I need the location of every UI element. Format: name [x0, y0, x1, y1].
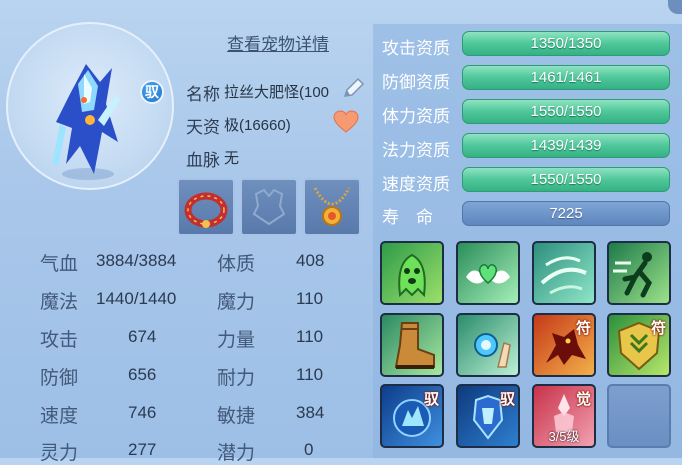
stat-value: 408 — [296, 251, 325, 270]
stat-label: 敏捷 — [217, 406, 256, 427]
edit-name-icon[interactable] — [340, 76, 366, 107]
skill-slot[interactable] — [456, 241, 520, 305]
skill-slot[interactable]: 符 — [532, 313, 596, 377]
aptitude-label: 防御资质 — [382, 73, 450, 92]
orb-hand-skill-icon — [474, 333, 511, 368]
pet-portrait — [6, 22, 174, 190]
aptitude-label: 体力资质 — [382, 107, 450, 126]
skill-slot[interactable] — [607, 241, 671, 305]
stat-label: 速度 — [40, 406, 79, 427]
aptitude-label: 法力资质 — [382, 141, 450, 160]
heart-wings-skill-icon — [466, 264, 510, 284]
aptitude-bar: 1439/1439 — [462, 133, 670, 158]
talent-value: 极(16660) — [224, 117, 291, 134]
stat-label: 潜力 — [217, 443, 256, 464]
equip-slot-armor-empty[interactable] — [240, 178, 298, 236]
awaken-level: 3/5级 — [548, 429, 580, 444]
stat-value: 110 — [296, 289, 324, 308]
stat-value: 3884/3884 — [96, 251, 177, 270]
skill-slot[interactable] — [380, 313, 444, 377]
rein-badge: 驭 — [140, 80, 164, 104]
aptitude-bar: 1550/1550 — [462, 99, 670, 124]
stat-value: 277 — [128, 440, 157, 459]
stat-label: 攻击 — [40, 330, 79, 351]
lifespan-bar: 7225 — [462, 201, 670, 226]
charm-tag: 符 — [575, 320, 591, 337]
stat-label: 体质 — [217, 254, 256, 275]
amulet-icon — [313, 187, 351, 226]
skill-slot-empty[interactable] — [607, 384, 671, 448]
stat-label: 魔力 — [217, 292, 256, 313]
equip-slot-amulet[interactable] — [303, 178, 361, 236]
stat-value: 0 — [304, 440, 314, 459]
stat-value: 674 — [128, 327, 157, 346]
stat-label: 防御 — [40, 368, 79, 389]
stat-label: 灵力 — [40, 443, 79, 464]
favorite-heart-icon[interactable] — [333, 110, 359, 139]
boot-skill-icon — [394, 322, 435, 369]
skill-slot[interactable] — [532, 241, 596, 305]
armor-placeholder-icon — [252, 188, 286, 226]
equip-slot-collar[interactable] — [177, 178, 235, 236]
stat-value: 110 — [296, 327, 324, 346]
charm-tag: 符 — [650, 320, 666, 337]
stat-label: 魔法 — [40, 292, 79, 313]
bloodline-value: 无 — [224, 150, 240, 167]
stat-value: 656 — [128, 365, 157, 384]
stat-label: 气血 — [40, 254, 79, 275]
skill-slot[interactable]: 驭 — [456, 384, 520, 448]
aptitude-label: 速度资质 — [382, 175, 450, 194]
bloodline-label: 血脉 — [186, 151, 220, 170]
stat-value: 1440/1440 — [96, 289, 177, 308]
wind-skill-icon — [540, 256, 587, 295]
lifespan-label: 寿 命 — [382, 208, 433, 227]
view-pet-details-link[interactable]: 查看宠物详情 — [227, 30, 329, 55]
rein-tag: 驭 — [499, 391, 515, 408]
skill-slot[interactable] — [456, 313, 520, 377]
close-corner-icon[interactable] — [668, 0, 682, 14]
awaken-tag: 觉 — [575, 391, 591, 408]
stat-label: 力量 — [217, 330, 256, 351]
skill-slot[interactable]: 觉 3/5级 — [532, 384, 596, 448]
stat-value: 746 — [128, 403, 157, 422]
aptitude-bar: 1461/1461 — [462, 65, 670, 90]
stat-label: 耐力 — [217, 368, 256, 389]
pet-name-value: 拉丝大肥怪(100 — [224, 84, 330, 101]
skill-slot[interactable]: 符 — [607, 313, 671, 377]
talent-label: 天资 — [186, 118, 220, 137]
aptitude-bar: 1550/1550 — [462, 167, 670, 192]
skill-slot[interactable] — [380, 241, 444, 305]
pet-model-image — [52, 64, 120, 180]
aptitude-bar: 1350/1350 — [462, 31, 670, 56]
aptitude-label: 攻击资质 — [382, 39, 450, 58]
stat-value: 110 — [296, 365, 324, 384]
name-label: 名称 — [186, 85, 220, 104]
rein-tag: 驭 — [423, 391, 439, 408]
sprint-skill-icon — [613, 252, 652, 298]
skill-slot[interactable]: 驭 — [380, 384, 444, 448]
stat-value: 384 — [296, 403, 325, 422]
collar-icon — [184, 192, 228, 228]
ghost-skill-icon — [398, 253, 426, 298]
